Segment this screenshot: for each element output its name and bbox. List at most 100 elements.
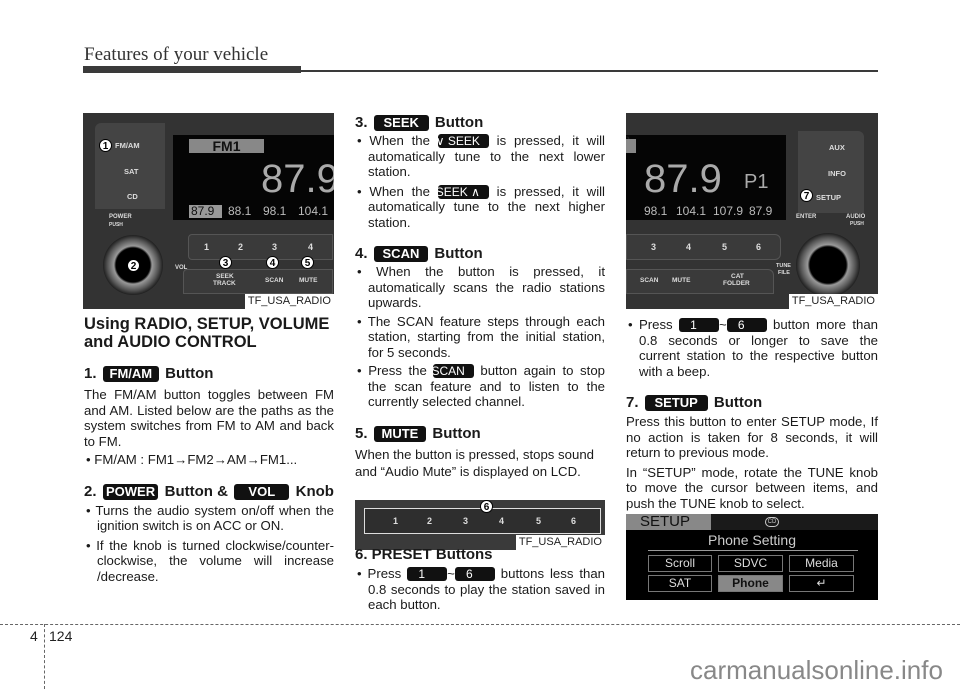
lcd-preset-3: 98.1 [263,204,287,218]
image-caption: TF_USA_RADIO [788,294,878,309]
callout-5: 5 [301,256,314,269]
preset-btn-4: 4 [686,242,692,252]
preset-btn-3: 3 [272,242,278,252]
file-label: FILE [778,270,790,276]
scan-tag: SCAN [373,246,429,262]
scan-heading: 4. SCAN Button [355,245,605,263]
heading-number: 7. [626,394,639,411]
mute-description: When the button is pressed, stops sound … [355,446,594,479]
heading-word: Button [434,114,484,131]
cd-icon: CD [765,517,779,527]
strip-btn-2: 2 [427,516,433,526]
setup-description-1: Press this button to enter SETUP mode, I… [626,414,878,460]
tilde: ~ [447,566,455,581]
scan-bullet-3: • Press the SCAN button again to stop th… [357,363,605,409]
scan-label: SCAN [265,277,284,284]
bullet-text: The SCAN feature steps through each stat… [367,313,605,360]
strip-btn-5: 5 [536,516,542,526]
setup-item-phone[interactable]: Phone [718,575,783,592]
bullet-text: When the button is pressed, it automatic… [368,264,605,310]
cd-label: CD [127,192,138,201]
callout-4: 4 [266,256,279,269]
setup-item-back[interactable]: ↵ [789,575,854,592]
image-caption: TF_USA_RADIO [244,294,334,309]
footer-rule [0,624,960,625]
radio-image-left: FM/AM 1 SAT CD FM1 87.9 87.9 88.1 98.1 1… [83,113,334,309]
mute-heading: 5. MUTE Button [355,425,605,443]
enter-label: ENTER [796,214,817,220]
heading-word: Button [434,245,483,262]
heading-word: Knob [295,482,334,500]
footer-divider [44,624,45,689]
power-bullet-1: • Turns the audio system on/off when the… [86,502,334,534]
heading-number: 5. [355,424,368,442]
lcd-preset-2: 88.1 [228,204,252,218]
preset-btn-1: 1 [204,242,210,252]
bullet-text: If the knob is turned clockwise/counter-… [96,537,335,584]
page-number: 124 [49,628,73,644]
page-header-title: Features of your vehicle [84,44,269,65]
setup-item-sat[interactable]: SAT [648,575,712,592]
preset-strip-image: 6 1 2 3 4 5 6 TF_USA_RADIO [355,500,605,550]
column-2: 3. SEEK Button • When the ∨ SEEK is presse… [355,114,605,480]
callout-2: 2 [127,259,140,272]
setup-item-media[interactable]: Media [789,555,854,572]
audio-push-label: PUSH [850,221,864,227]
callout-3: 3 [219,256,232,269]
preset-section: 6. PRESET Buttons • Press 1 ~6 buttons le… [355,546,605,613]
lcd-preset-d: 87.9 [749,204,773,218]
preset-btn-2: 2 [238,242,244,252]
scan-inline-tag: SCAN [431,364,474,378]
lcd-preset-number: P1 [744,171,769,193]
scan-bullet-2: • The SCAN feature steps through each st… [357,313,605,360]
power-vol-heading: 2. POWER Button & VOL Knob [84,483,334,501]
setup-label: SETUP [816,193,842,202]
fmam-tag: FM/AM [102,366,160,382]
setup-heading: 7. SETUP Button [626,394,878,412]
lcd-left: FM1 87.9 87.9 88.1 98.1 104.1 [173,135,334,220]
mute-tag: MUTE [373,425,427,442]
bullet-text: FM/AM : FM1→FM2→AM→FM1... [94,452,298,467]
power-label: POWER [109,214,132,220]
bullet-text: Press the [368,363,427,378]
watermark: carmanualsonline.info [690,655,943,685]
scan-label: SCAN [640,277,659,284]
preset-heading: 6. PRESET Buttons [355,546,493,563]
fmam-label: FM/AM [115,141,140,150]
tune-knob [796,233,860,297]
bullet-text: Press [638,317,673,332]
tilde: ~ [718,317,727,332]
lcd-band: FM1 [189,139,264,153]
cat-label: CAT [731,273,744,280]
column-3: • Press 1 ~6 button more than 0.8 seconds… [626,317,878,511]
bullet-text: Press [367,566,402,581]
setup-item-scroll[interactable]: Scroll [648,555,712,572]
preset-1-tag: 1 [678,318,719,332]
push-label: PUSH [109,222,123,228]
strip-btn-4: 4 [499,516,505,526]
aux-label: AUX [829,143,845,152]
phone-setting-title: Phone Setting [708,532,796,548]
callout-7: 7 [800,189,813,202]
strip-btn-3: 3 [463,516,469,526]
strip-btn-6: 6 [571,516,577,526]
preset-btn-5: 5 [722,242,728,252]
preset-btn-4: 4 [308,242,314,252]
heading-word: Button [713,394,763,411]
sat-label: SAT [124,167,139,176]
lcd-preset-1: 87.9 [191,204,215,218]
audio-label: AUDIO [846,214,866,220]
callout-6: 6 [480,500,493,513]
bullet-text: Turns the audio system on/off when the i… [95,502,334,534]
setup-description-2: In “SETUP” mode, rotate the TUNE knob to… [626,464,878,511]
heading-word: Button [432,424,481,442]
seek-down-tag: ∨ SEEK [436,134,489,148]
heading-word: Button [165,365,214,382]
preset-1-tag: 1 [407,567,448,581]
power-tag: POWER [103,483,159,500]
tune-label: TUNE [776,263,791,269]
setup-item-sdvc[interactable]: SDVC [718,555,783,572]
seek-bullet-2: • When the SEEK ∧ is pressed, it will au… [357,183,605,230]
column-1: Using RADIO, SETUP, VOLUME and AUDIO CON… [84,315,334,584]
lcd-preset-a: 98.1 [644,204,668,218]
